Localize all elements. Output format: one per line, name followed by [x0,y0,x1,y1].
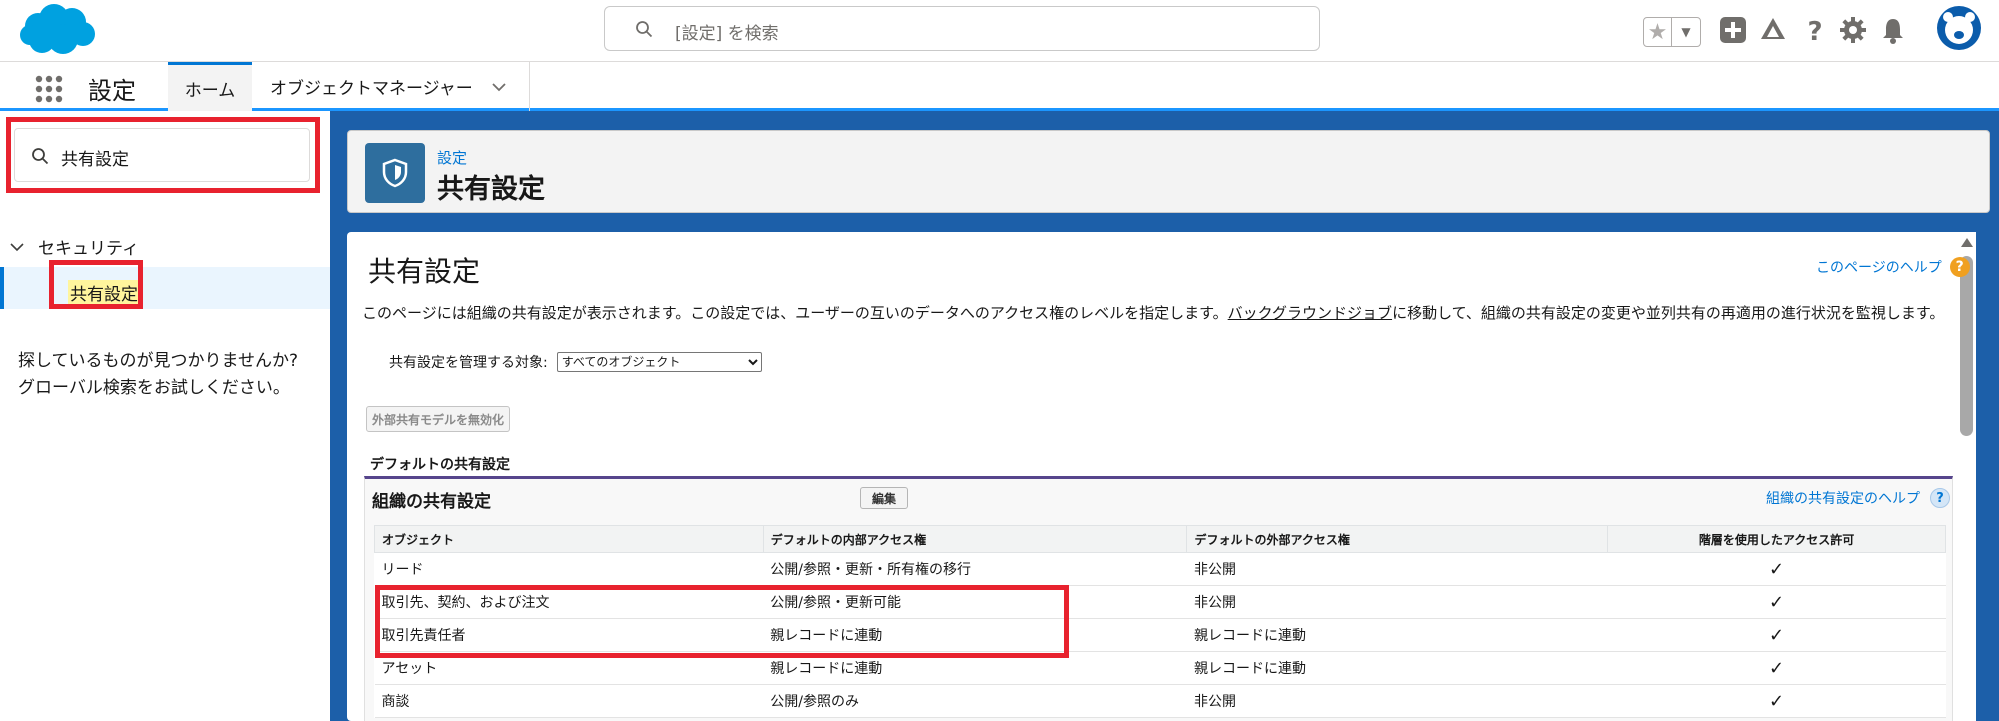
annotation-highlight-box [375,585,1069,658]
manage-sharing-row: 共有設定を管理する対象: すべてのオブジェクト [389,352,762,372]
org-sharing-title: 組織の共有設定 [372,492,491,512]
no-results-help: 探しているものが見つかりませんか? グローバル検索をお試しください。 [18,348,298,402]
background-jobs-link[interactable]: バックグラウンドジョブ [1228,304,1392,322]
manage-label: 共有設定を管理する対象: [389,355,548,371]
scrollbar-thumb[interactable] [1960,256,1973,436]
page-help-link[interactable]: このページのヘルプ ? [1816,257,1970,277]
edit-button[interactable]: 編集 [860,487,908,509]
tree-category-label: セキュリティ [38,239,139,259]
hierarchy-checkmark: ✓ [1607,585,1946,619]
annotation-highlight-box [49,260,143,309]
page-title: 共有設定 [437,174,545,205]
description-text-2: に移動して、組織の共有設定の変更や並列共有の再適用の進行状況を監視します。 [1392,304,1945,322]
external-access-cell: 非公開 [1186,585,1608,619]
table-header-row: オブジェクト デフォルトの内部アクセス権 デフォルトの外部アクセス権 階層を使用… [374,525,1946,553]
org-sharing-help-link[interactable]: 組織の共有設定のヘルプ ? [1766,488,1950,508]
object-cell: リード [374,552,764,586]
column-header: オブジェクト [374,525,764,553]
user-avatar[interactable] [1936,5,1982,51]
chevron-down-icon[interactable] [491,79,507,95]
breadcrumb[interactable]: 設定 [437,147,467,168]
svg-text:?: ? [1807,17,1822,45]
scrollbar[interactable] [1958,232,1976,721]
tab-home[interactable]: ホーム [168,62,252,111]
help-question-icon[interactable]: ? [1930,488,1950,508]
app-navigation-bar: 設定 ホーム オブジェクトマネージャー [0,62,1999,111]
org-sharing-help-label[interactable]: 組織の共有設定のヘルプ [1766,488,1920,508]
table-row: 商談 公開/参照のみ 非公開 ✓ [374,684,1946,718]
content-title: 共有設定 [368,255,481,288]
column-header: デフォルトの外部アクセス権 [1186,525,1609,553]
manage-object-select[interactable]: すべてのオブジェクト [556,352,762,372]
tab-object-manager-label: オブジェクトマネージャー [270,79,473,99]
setup-sidebar: 共有設定 セキュリティ 共有設定 探しているものが見つかりませんか? グローバル… [0,111,330,721]
app-name: 設定 [88,77,136,105]
page-header: 設定 共有設定 [347,130,1990,213]
hierarchy-checkmark: ✓ [1607,651,1946,685]
help-line-1: 探しているものが見つかりませんか? [18,351,299,371]
external-access-cell: 非公開 [1186,684,1608,718]
column-header: デフォルトの内部アクセス権 [762,525,1188,553]
favorites-star-icon[interactable]: ★ [1644,18,1672,46]
page-help-label[interactable]: このページのヘルプ [1816,257,1942,277]
default-sharing-label: デフォルトの共有設定 [370,457,510,473]
hierarchy-checkmark: ✓ [1607,618,1946,652]
hierarchy-checkmark: ✓ [1607,552,1946,586]
favorites-group: ★ ▼ [1643,17,1701,47]
global-search-input[interactable]: [設定] を検索 [604,6,1320,51]
column-header: 階層を使用したアクセス許可 [1607,525,1946,553]
hierarchy-checkmark: ✓ [1607,684,1946,718]
internal-access-cell: 公開/参照のみ [763,684,1187,718]
favorites-dropdown-icon[interactable]: ▼ [1672,18,1700,46]
global-actions-icon[interactable] [1718,15,1748,45]
object-cell: 商談 [374,684,764,718]
disable-external-sharing-button[interactable]: 外部共有モデルを無効化 [366,406,511,432]
external-access-cell: 親レコードに連動 [1186,618,1608,652]
app-launcher-icon[interactable] [34,74,64,104]
tree-category-security[interactable]: セキュリティ [10,234,139,259]
help-question-icon[interactable]: ? [1949,257,1970,277]
trailhead-guidance-icon[interactable] [1758,15,1788,45]
chevron-down-icon[interactable] [10,240,24,254]
help-icon[interactable]: ? [1800,15,1830,45]
tab-object-manager[interactable]: オブジェクトマネージャー [252,62,530,111]
search-placeholder: [設定] を検索 [675,24,779,44]
notifications-bell-icon[interactable] [1878,15,1908,45]
table-row: リード 公開/参照・更新・所有権の移行 非公開 ✓ [374,552,1946,586]
global-header: [設定] を検索 ★ ▼ ? [0,0,1999,62]
scroll-up-icon[interactable] [1961,238,1973,247]
help-line-2: グローバル検索をお試しください。 [18,378,290,398]
setup-gear-icon[interactable] [1838,15,1868,45]
security-shield-icon [365,143,425,203]
external-access-cell: 親レコードに連動 [1186,651,1608,685]
annotation-highlight-box [6,117,320,193]
page-description: このページには組織の共有設定が表示されます。この設定では、ユーザーの互いのデータ… [362,302,1944,323]
description-text: このページには組織の共有設定が表示されます。この設定では、ユーザーの互いのデータ… [362,304,1228,322]
external-access-cell: 非公開 [1186,552,1608,586]
internal-access-cell: 公開/参照・更新・所有権の移行 [763,552,1187,586]
salesforce-logo[interactable] [16,2,98,58]
search-icon [636,21,653,38]
